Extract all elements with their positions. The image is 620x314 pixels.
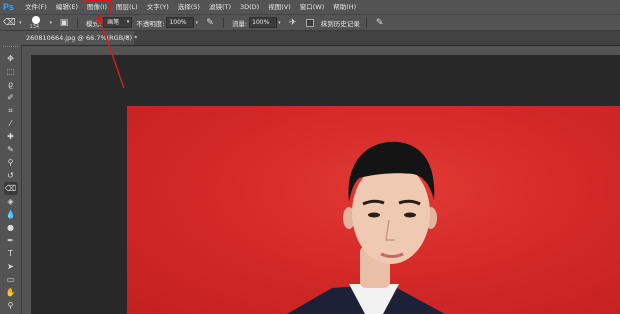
- brush-tool-icon[interactable]: ✎: [4, 143, 18, 156]
- chevron-down-icon: ▾: [126, 19, 130, 25]
- pressure-opacity-icon[interactable]: ✎: [204, 17, 216, 29]
- move-tool-icon[interactable]: ✥: [4, 52, 18, 65]
- lasso-tool-icon[interactable]: ϱ: [4, 78, 18, 91]
- photoshop-logo[interactable]: Ps: [3, 2, 15, 13]
- options-bar: ⌫ ▾ 134 ▾ ▣ 模式: 画笔 ▾ 不透明度: 100% ▾ ✎ 流量: …: [0, 14, 620, 31]
- opacity-field[interactable]: 100%: [166, 17, 195, 28]
- panel-grip[interactable]: [3, 46, 18, 51]
- menu-layer[interactable]: 图层(L): [112, 0, 142, 14]
- menu-window[interactable]: 窗口(W): [296, 0, 329, 14]
- crop-tool-icon[interactable]: ⌗: [4, 104, 18, 117]
- close-icon[interactable]: ×: [125, 31, 130, 45]
- hand-tool-icon[interactable]: ✋: [4, 286, 18, 299]
- menu-filter[interactable]: 滤镜(T): [205, 0, 235, 14]
- canvas-workspace[interactable]: [22, 46, 620, 314]
- pressure-size-icon[interactable]: ✎: [374, 17, 386, 29]
- type-tool-icon[interactable]: T: [4, 247, 18, 260]
- document-tab[interactable]: 260810664.jpg @ 66.7%(RGB/8) * ×: [22, 31, 138, 45]
- document-tab-bar: 260810664.jpg @ 66.7%(RGB/8) * ×: [22, 31, 620, 46]
- document-tab-title: 260810664.jpg @ 66.7%(RGB/8) *: [26, 34, 138, 42]
- flow-label: 流量:: [231, 19, 248, 28]
- menu-view[interactable]: 视图(V): [264, 0, 295, 14]
- airbrush-icon[interactable]: ✈: [287, 17, 299, 29]
- flow-dropdown-icon[interactable]: ▾: [278, 20, 281, 26]
- quick-select-tool-icon[interactable]: ✐: [4, 91, 18, 104]
- face-shape: [352, 162, 430, 264]
- menu-bar: Ps 文件(F) 编辑(E) 图像(I) 图层(L) 文字(Y) 选择(S) 滤…: [0, 0, 620, 14]
- brush-preset-picker[interactable]: 134: [27, 15, 47, 30]
- right-eye: [404, 212, 416, 218]
- brush-dropdown-icon[interactable]: ▾: [50, 20, 53, 26]
- menu-type[interactable]: 文字(Y): [143, 0, 173, 14]
- brush-panel-icon[interactable]: ▣: [58, 17, 70, 29]
- menu-edit[interactable]: 编辑(E): [52, 0, 82, 14]
- menu-help[interactable]: 帮助(H): [329, 0, 360, 14]
- tools-panel: ✥ ⬚ ϱ ✐ ⌗ ⁄ ✚ ✎ ⚲ ↺ ⌫ ◈ 💧 ● ✒ T ➤ ▭ ✋ ⚲: [0, 45, 22, 314]
- left-eye: [368, 212, 380, 218]
- dodge-tool-icon[interactable]: ●: [4, 221, 18, 234]
- brush-tip-icon: [31, 16, 40, 24]
- vertical-ruler: [22, 46, 31, 314]
- healing-brush-tool-icon[interactable]: ✚: [4, 130, 18, 143]
- mode-label: 模式:: [86, 19, 102, 28]
- path-select-tool-icon[interactable]: ➤: [4, 260, 18, 273]
- separator: [222, 17, 224, 28]
- document-canvas[interactable]: [127, 106, 620, 314]
- flow-field[interactable]: 100%: [249, 17, 278, 28]
- erase-to-history-checkbox[interactable]: [305, 18, 314, 27]
- paint-bucket-tool-icon[interactable]: ◈: [4, 195, 18, 208]
- menu-select[interactable]: 选择(S): [174, 0, 204, 14]
- history-brush-tool-icon[interactable]: ↺: [4, 169, 18, 182]
- zoom-tool-icon[interactable]: ⚲: [4, 299, 18, 312]
- clone-stamp-tool-icon[interactable]: ⚲: [4, 156, 18, 169]
- menu-image[interactable]: 图像(I): [83, 0, 111, 14]
- horizontal-ruler: [22, 46, 620, 55]
- eraser-preset-icon[interactable]: ⌫: [3, 17, 16, 29]
- rectangle-tool-icon[interactable]: ▭: [4, 273, 18, 286]
- menu-file[interactable]: 文件(F): [21, 0, 51, 14]
- eraser-tool-icon[interactable]: ⌫: [3, 182, 18, 195]
- pen-tool-icon[interactable]: ✒: [4, 234, 18, 247]
- separator: [365, 17, 367, 28]
- separator: [77, 17, 79, 28]
- opacity-dropdown-icon[interactable]: ▾: [195, 20, 198, 26]
- preset-dropdown-icon[interactable]: ▾: [19, 20, 22, 26]
- opacity-label: 不透明度:: [136, 19, 165, 28]
- portrait-photo: [287, 141, 445, 314]
- blur-tool-icon[interactable]: 💧: [4, 208, 18, 221]
- brush-size-value: 134: [29, 24, 40, 30]
- marquee-tool-icon[interactable]: ⬚: [4, 65, 18, 78]
- mode-value: 画笔: [107, 19, 120, 26]
- menu-3d[interactable]: 3D(D): [236, 0, 263, 14]
- erase-to-history-label: 抹到历史记录: [320, 19, 360, 28]
- eyedropper-tool-icon[interactable]: ⁄: [4, 117, 18, 130]
- mode-select[interactable]: 画笔 ▾: [103, 17, 133, 28]
